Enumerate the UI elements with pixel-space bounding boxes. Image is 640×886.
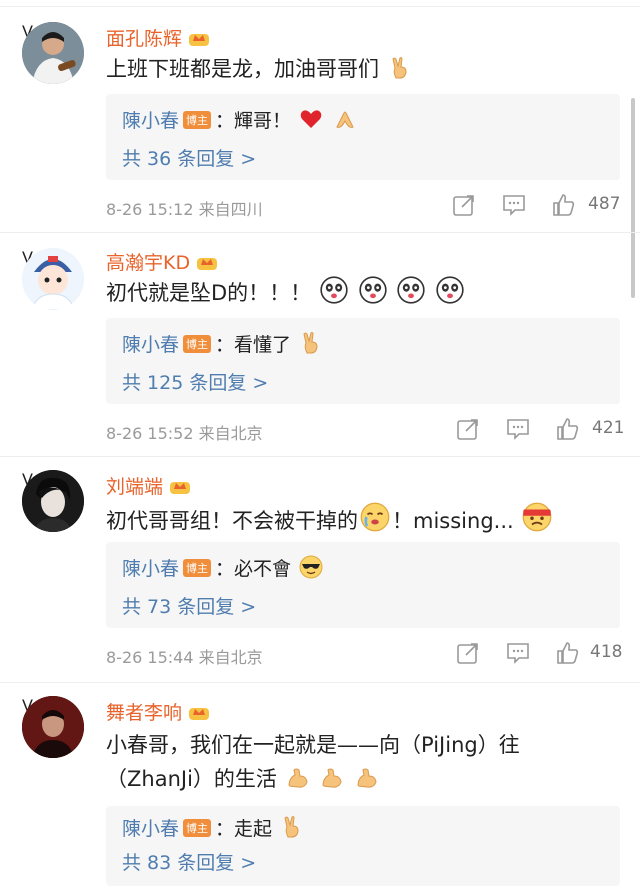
panda-emoji-icon — [397, 276, 425, 304]
victory-hand-emoji-icon — [284, 816, 299, 838]
username[interactable]: 刘端端 — [106, 472, 191, 499]
flexed-biceps-emoji-icon — [357, 768, 377, 788]
share-icon[interactable] — [452, 193, 476, 217]
reply-line: 陳小春 博主 ：必不會 — [122, 554, 325, 581]
divider — [0, 682, 640, 683]
view-replies-link[interactable]: 共 125 条回复 > — [122, 368, 268, 395]
avatar[interactable]: V — [22, 22, 88, 88]
comment-item: V 刘端端 初代哥哥组！不会被干掉的 ！missing... 陳小春 博主 ：必不會 … — [0, 456, 640, 682]
crown-badge-icon — [170, 482, 191, 494]
comment-time: 8-26 15:12 — [106, 200, 194, 219]
username[interactable]: 面孔陈辉 — [106, 24, 210, 51]
reply-author[interactable]: 陳小春 — [122, 818, 179, 840]
action-bar: 421 — [450, 414, 625, 444]
username-text[interactable]: 面孔陈辉 — [106, 28, 182, 50]
like-count: 418 — [590, 642, 623, 662]
reply-box[interactable]: 陳小春 博主 ：必不會 共 73 条回复 > — [106, 542, 620, 628]
comment-location: 来自北京 — [198, 424, 263, 443]
comment-text-line: 小春哥，我们在一起就是——向（PiJing）往 — [106, 733, 520, 757]
comment-text-content: 初代就是坠D的！！！ — [106, 281, 312, 305]
comment-text: 初代哥哥组！不会被干掉的 ！missing... — [106, 502, 610, 538]
divider — [0, 6, 640, 7]
username[interactable]: 舞者李响 — [106, 698, 210, 725]
reply-text: ：輝哥！ — [215, 110, 292, 132]
panda-emoji-icon — [436, 276, 464, 304]
crown-badge-icon — [197, 258, 218, 270]
comment-icon[interactable] — [506, 641, 530, 665]
reply-text: ：看懂了 — [215, 334, 292, 356]
view-replies-link[interactable]: 共 83 条回复 > — [122, 848, 256, 875]
comment-text-content: （ZhanJi）的生活 — [106, 767, 277, 791]
author-tag: 博主 — [183, 559, 212, 577]
reply-author[interactable]: 陳小春 — [122, 110, 179, 132]
like-icon[interactable] — [552, 193, 576, 217]
comment-text: 小春哥，我们在一起就是——向（PiJing）往 （ZhanJi）的生活 — [106, 728, 610, 796]
share-icon[interactable] — [456, 417, 480, 441]
action-bar: 487 — [450, 190, 625, 220]
comment-time: 8-26 15:52 — [106, 424, 194, 443]
sunglasses-face-emoji-icon — [299, 555, 323, 579]
reply-text: ：必不會 — [215, 558, 292, 580]
flexed-biceps-emoji-icon — [288, 768, 308, 788]
avatar[interactable]: V — [22, 470, 88, 536]
panda-emoji-icon — [358, 276, 387, 304]
reply-box[interactable]: 陳小春 博主 ：看懂了 共 125 条回复 > — [106, 318, 620, 404]
reply-box[interactable]: 陳小春 博主 ：輝哥！ 共 36 条回复 > — [106, 94, 620, 180]
username[interactable]: 高瀚宇KD — [106, 248, 218, 275]
comment-text-content: ！missing... — [392, 509, 514, 533]
comment-meta: 8-26 15:12 来自四川 — [106, 196, 263, 220]
headband-face-emoji-icon — [523, 502, 552, 532]
author-tag: 博主 — [183, 335, 212, 353]
victory-hand-emoji-icon — [392, 57, 407, 79]
divider — [0, 456, 640, 457]
reply-author[interactable]: 陳小春 — [122, 558, 179, 580]
folded-hands-emoji-icon — [336, 111, 354, 128]
comment-text: 初代就是坠D的！！！ — [106, 276, 610, 310]
like-icon[interactable] — [556, 641, 580, 665]
view-replies-link[interactable]: 共 73 条回复 > — [122, 592, 256, 619]
view-replies-link[interactable]: 共 36 条回复 > — [122, 144, 256, 171]
like-count: 487 — [588, 194, 621, 214]
comment-text-content: 初代哥哥组！不会被干掉的 — [106, 509, 358, 533]
comment-text-line: （ZhanJi）的生活 — [106, 762, 610, 796]
comment-meta: 8-26 15:52 来自北京 — [106, 420, 263, 444]
like-count: 421 — [592, 418, 625, 438]
comment-text: 上班下班都是龙，加油哥哥们 — [106, 52, 610, 86]
panda-emoji-icon — [320, 276, 348, 304]
comment-item: V 面孔陈辉 上班下班都是龙，加油哥哥们 陳小春 博主 ：輝哥！ 共 36 条回复 … — [0, 0, 640, 232]
comment-location: 来自北京 — [198, 648, 263, 667]
share-icon[interactable] — [456, 641, 480, 665]
reply-box[interactable]: 陳小春 博主 ：走起 共 83 条回复 > — [106, 806, 620, 886]
comment-text-content: 上班下班都是龙，加油哥哥们 — [106, 57, 379, 81]
crown-badge-icon — [189, 34, 210, 46]
like-icon[interactable] — [556, 417, 580, 441]
comment-location: 来自四川 — [198, 200, 263, 219]
crying-face-emoji-icon — [360, 502, 390, 532]
reply-text: ：走起 — [215, 818, 273, 840]
comment-icon[interactable] — [502, 193, 526, 217]
reply-line: 陳小春 博主 ：走起 — [122, 814, 306, 841]
comment-icon[interactable] — [506, 417, 530, 441]
crown-badge-icon — [189, 708, 210, 720]
avatar[interactable]: V — [22, 696, 88, 762]
username-text[interactable]: 刘端端 — [106, 476, 163, 498]
reply-author[interactable]: 陳小春 — [122, 334, 179, 356]
author-tag: 博主 — [183, 819, 212, 837]
reply-line: 陳小春 博主 ：看懂了 — [122, 330, 325, 357]
red-heart-emoji-icon — [300, 110, 322, 128]
comment-item: V 高瀚宇KD 初代就是坠D的！！！ 陳小春 博主 ：看懂了 共 125 条回复 >… — [0, 232, 640, 456]
comment-item: V 舞者李响 小春哥，我们在一起就是——向（PiJing）往 （ZhanJi）的… — [0, 682, 640, 886]
avatar[interactable]: V — [22, 248, 88, 314]
victory-hand-emoji-icon — [303, 332, 318, 354]
comment-time: 8-26 15:44 — [106, 648, 194, 667]
action-bar: 418 — [450, 638, 625, 668]
divider — [0, 232, 640, 233]
author-tag: 博主 — [183, 111, 212, 129]
reply-line: 陳小春 博主 ：輝哥！ — [122, 106, 359, 133]
username-text[interactable]: 高瀚宇KD — [106, 252, 190, 274]
flexed-biceps-emoji-icon — [322, 768, 342, 788]
comment-meta: 8-26 15:44 来自北京 — [106, 644, 263, 668]
username-text[interactable]: 舞者李响 — [106, 702, 182, 724]
